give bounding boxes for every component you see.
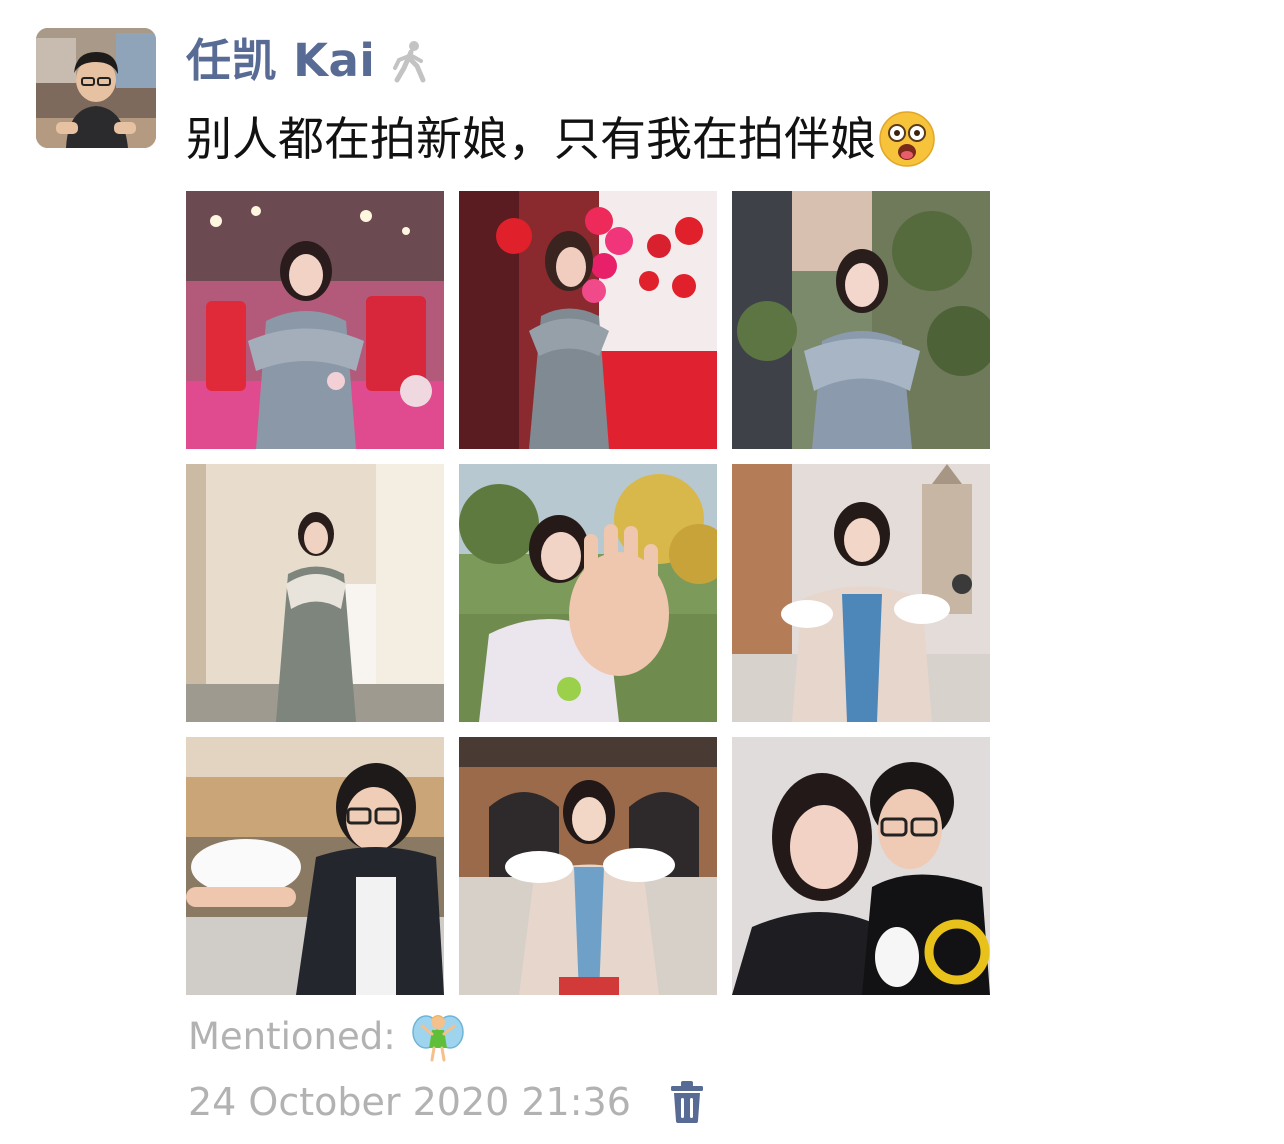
post-content: 任凯 Kai 别人都在拍新娘，只有我在拍伴娘 bbox=[186, 28, 1246, 172]
photo-1[interactable] bbox=[186, 191, 444, 449]
photo-2[interactable] bbox=[459, 191, 717, 449]
trash-icon[interactable] bbox=[667, 1080, 707, 1124]
post-timestamp: 24 October 2020 21:36 bbox=[188, 1080, 631, 1124]
post-text-row: 别人都在拍新娘，只有我在拍伴娘 bbox=[186, 106, 1246, 172]
post-footer: 24 October 2020 21:36 bbox=[188, 1074, 707, 1130]
mentioned-row: Mentioned: bbox=[188, 1008, 466, 1064]
photo-6[interactable] bbox=[732, 464, 990, 722]
fairy-emoji-icon[interactable] bbox=[410, 1008, 466, 1064]
mentioned-label: Mentioned: bbox=[188, 1014, 396, 1058]
author-row: 任凯 Kai bbox=[186, 28, 1246, 94]
photo-8[interactable] bbox=[459, 737, 717, 995]
photo-grid bbox=[186, 191, 991, 995]
walking-person-icon bbox=[387, 38, 433, 84]
author-avatar[interactable] bbox=[36, 28, 156, 148]
avatar-photo bbox=[36, 28, 156, 148]
photo-5[interactable] bbox=[459, 464, 717, 722]
author-name[interactable]: 任凯 Kai bbox=[186, 28, 375, 94]
photo-3[interactable] bbox=[732, 191, 990, 449]
photo-7[interactable] bbox=[186, 737, 444, 995]
moments-post: 任凯 Kai 别人都在拍新娘，只有我在拍伴娘 Mentioned: 24 Oct… bbox=[0, 0, 1284, 1144]
hushed-face-emoji-icon bbox=[878, 110, 936, 168]
post-text: 别人都在拍新娘，只有我在拍伴娘 bbox=[186, 112, 876, 166]
photo-4[interactable] bbox=[186, 464, 444, 722]
photo-9[interactable] bbox=[732, 737, 990, 995]
